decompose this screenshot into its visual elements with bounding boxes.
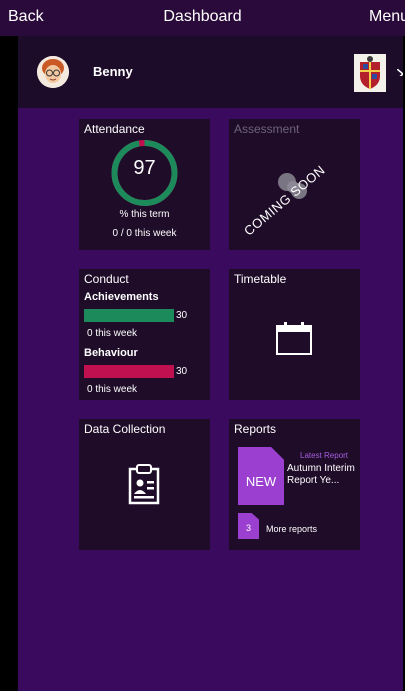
- latest-report-label: Latest Report: [300, 451, 349, 460]
- more-reports-link[interactable]: More reports: [266, 524, 317, 534]
- behaviour-label: Behaviour: [84, 347, 138, 359]
- nav-bar: Back Dashboard Menu: [0, 0, 405, 36]
- attendance-term-label: % this term: [119, 209, 170, 220]
- avatar[interactable]: [37, 56, 69, 88]
- timetable-title: Timetable: [234, 272, 287, 286]
- avatar-image: [37, 56, 69, 88]
- achievements-week: 0 this week: [87, 328, 138, 339]
- reports-tile[interactable]: Reports NEW Latest Report Autumn Interim…: [229, 419, 360, 550]
- attendance-week-label: 0 / 0 this week: [112, 228, 177, 239]
- achievements-label: Achievements: [84, 291, 159, 303]
- behaviour-week: 0 this week: [87, 384, 138, 395]
- profile-bar[interactable]: Benny: [18, 36, 403, 108]
- more-reports-count: 3: [245, 523, 251, 533]
- conduct-title: Conduct: [84, 272, 129, 286]
- data-collection-title: Data Collection: [84, 422, 166, 436]
- school-crest-icon[interactable]: [354, 54, 386, 92]
- calendar-icon: [276, 322, 312, 355]
- behaviour-bar: [84, 365, 174, 378]
- conduct-tile[interactable]: Conduct Achievements 30 0 this week Beha…: [79, 269, 210, 400]
- timetable-tile[interactable]: Timetable: [229, 269, 360, 400]
- dashboard-screen: Benny Attendance 97 % this term 0 / 0 th…: [18, 36, 403, 691]
- behaviour-value: 30: [176, 366, 188, 377]
- attendance-value: 97: [133, 157, 156, 179]
- clipboard-icon: [128, 464, 160, 505]
- chevron-right-icon[interactable]: [397, 66, 403, 76]
- reports-title: Reports: [234, 422, 277, 436]
- achievements-value: 30: [176, 310, 188, 321]
- menu-button[interactable]: Menu: [369, 8, 405, 26]
- data-collection-tile[interactable]: Data Collection: [79, 419, 210, 550]
- attendance-tile[interactable]: Attendance 97 % this term 0 / 0 this wee…: [79, 119, 210, 250]
- page-title: Dashboard: [163, 8, 242, 25]
- latest-report-name[interactable]: Autumn Interim Report Ye...: [287, 463, 359, 487]
- achievements-bar: [84, 309, 174, 322]
- new-badge: NEW: [245, 474, 277, 489]
- profile-name: Benny: [93, 64, 133, 79]
- assessment-tile[interactable]: Assessment COMING SOON: [229, 119, 360, 250]
